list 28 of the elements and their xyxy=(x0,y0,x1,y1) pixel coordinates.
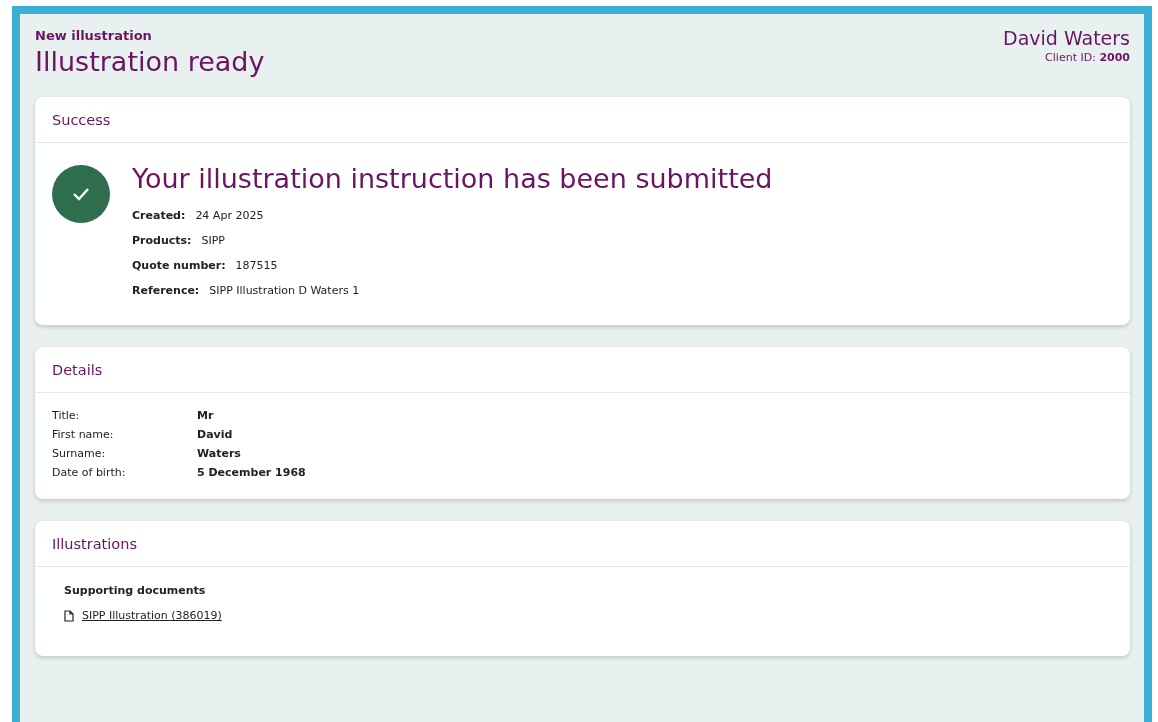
field-value: 24 Apr 2025 xyxy=(195,208,264,224)
field-value: Waters xyxy=(197,447,242,460)
field-label: Created: xyxy=(132,208,186,224)
field-label: First name: xyxy=(52,428,115,441)
success-check-icon xyxy=(52,165,110,223)
card-title: Success xyxy=(35,97,1130,143)
card-title: Illustrations xyxy=(35,521,1130,567)
field-value: David xyxy=(197,428,234,441)
field-label: Products: xyxy=(132,233,192,249)
section-subtitle: Supporting documents xyxy=(64,584,207,597)
field-value: Mr xyxy=(197,409,215,422)
page-title: Illustration ready xyxy=(35,46,265,77)
success-message: Your illustration instruction has been submitted xyxy=(132,163,773,194)
field-value: 187515 xyxy=(235,258,278,274)
card-title: Details xyxy=(35,347,1130,393)
page-subtitle: New illustration xyxy=(35,28,153,43)
document-link[interactable]: SIPP Illustration (386019) xyxy=(82,609,222,622)
field-label: Title: xyxy=(52,409,81,422)
user-name: David Waters xyxy=(1003,27,1130,49)
field-value: SIPP xyxy=(201,233,225,249)
field-value: SIPP Illustration D Waters 1 xyxy=(209,283,360,299)
field-label: Date of birth: xyxy=(52,466,127,479)
client-id: Client ID: 2000 xyxy=(1044,51,1130,64)
document-icon xyxy=(64,609,74,622)
field-label: Reference: xyxy=(132,283,200,299)
field-label: Surname: xyxy=(52,447,107,460)
field-label: Quote number: xyxy=(132,258,226,274)
field-value: 5 December 1968 xyxy=(197,466,306,479)
